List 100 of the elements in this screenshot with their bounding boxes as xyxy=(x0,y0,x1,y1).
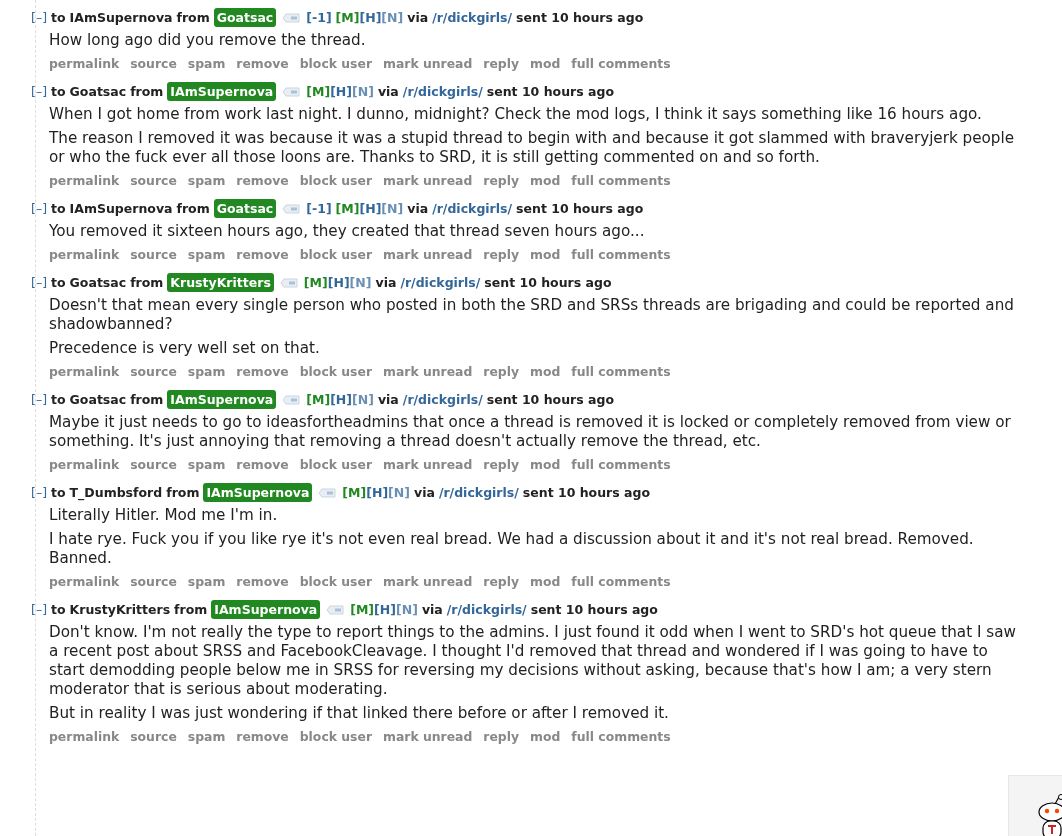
action-link[interactable]: permalink xyxy=(49,728,120,746)
subreddit-link[interactable]: /r/dickgirls/ xyxy=(400,273,481,292)
action-link[interactable]: mod xyxy=(530,363,561,381)
collapse-toggle[interactable]: [–] xyxy=(31,199,47,218)
action-link[interactable]: source xyxy=(130,363,177,381)
flag-link[interactable]: [H] xyxy=(330,82,353,101)
action-link[interactable]: mark unread xyxy=(383,456,473,474)
sender-badge[interactable]: IAmSupernova xyxy=(167,82,277,101)
flag-link[interactable]: [H] xyxy=(366,483,389,502)
flag-link[interactable]: [M] xyxy=(335,199,360,218)
tag-icon[interactable] xyxy=(326,604,345,615)
flag-link[interactable]: [N] xyxy=(396,600,418,619)
flag-link[interactable]: [M] xyxy=(306,82,331,101)
flag-link[interactable]: [N] xyxy=(381,199,404,218)
action-link[interactable]: block user xyxy=(299,172,372,190)
sender-badge[interactable]: IAmSupernova xyxy=(203,483,313,502)
tag-icon[interactable] xyxy=(282,394,301,405)
recipient-link[interactable]: T_Dumbsford xyxy=(69,483,163,502)
action-link[interactable]: reply xyxy=(483,363,520,381)
flag-link[interactable]: [H] xyxy=(330,390,353,409)
action-link[interactable]: remove xyxy=(236,573,289,591)
action-link[interactable]: block user xyxy=(299,456,372,474)
sender-badge[interactable]: KrustyKritters xyxy=(167,273,274,292)
sender-badge[interactable]: Goatsac xyxy=(213,199,277,218)
subreddit-link[interactable]: /r/dickgirls/ xyxy=(438,483,519,502)
action-link[interactable]: permalink xyxy=(49,573,120,591)
action-link[interactable]: source xyxy=(130,246,177,264)
flag-link[interactable]: [M] xyxy=(306,390,331,409)
action-link[interactable]: remove xyxy=(236,728,289,746)
action-link[interactable]: block user xyxy=(299,55,372,73)
action-link[interactable]: mark unread xyxy=(383,573,473,591)
subreddit-link[interactable]: /r/dickgirls/ xyxy=(432,8,513,27)
flag-link[interactable]: [M] xyxy=(350,600,375,619)
action-link[interactable]: permalink xyxy=(49,246,120,264)
score-link[interactable]: [-1] xyxy=(306,8,332,27)
action-link[interactable]: permalink xyxy=(49,363,120,381)
flag-link[interactable]: [N] xyxy=(349,273,372,292)
action-link[interactable]: full comments xyxy=(571,55,671,73)
action-link[interactable]: mark unread xyxy=(383,363,473,381)
tag-icon[interactable] xyxy=(282,12,301,23)
action-link[interactable]: remove xyxy=(236,456,289,474)
action-link[interactable]: remove xyxy=(236,246,289,264)
flag-link[interactable]: [M] xyxy=(342,483,367,502)
action-link[interactable]: remove xyxy=(236,172,289,190)
action-link[interactable]: mod xyxy=(530,246,561,264)
action-link[interactable]: source xyxy=(130,573,177,591)
action-link[interactable]: spam xyxy=(187,172,226,190)
tag-icon[interactable] xyxy=(279,277,298,288)
action-link[interactable]: full comments xyxy=(571,363,671,381)
subreddit-link[interactable]: /r/dickgirls/ xyxy=(432,199,513,218)
action-link[interactable]: source xyxy=(130,728,177,746)
action-link[interactable]: permalink xyxy=(49,55,120,73)
subreddit-link[interactable]: /r/dickgirls/ xyxy=(446,600,527,619)
collapse-toggle[interactable]: [–] xyxy=(31,273,47,292)
tag-icon[interactable] xyxy=(318,487,337,498)
sender-badge[interactable]: Goatsac xyxy=(213,8,277,27)
recipient-link[interactable]: Goatsac xyxy=(69,82,127,101)
action-link[interactable]: spam xyxy=(187,456,226,474)
action-link[interactable]: mark unread xyxy=(383,172,473,190)
collapse-toggle[interactable]: [–] xyxy=(31,390,47,409)
action-link[interactable]: block user xyxy=(299,363,372,381)
flag-link[interactable]: [H] xyxy=(359,8,382,27)
collapse-toggle[interactable]: [–] xyxy=(31,483,47,502)
action-link[interactable]: mark unread xyxy=(383,728,473,746)
flag-link[interactable]: [M] xyxy=(335,8,360,27)
sender-badge[interactable]: IAmSupernova xyxy=(167,390,277,409)
action-link[interactable]: full comments xyxy=(571,172,671,190)
action-link[interactable]: mod xyxy=(530,456,561,474)
action-link[interactable]: full comments xyxy=(571,456,671,474)
flag-link[interactable]: [N] xyxy=(381,8,404,27)
collapse-toggle[interactable]: [–] xyxy=(31,8,47,27)
action-link[interactable]: block user xyxy=(299,728,372,746)
action-link[interactable]: mod xyxy=(530,728,561,746)
flag-link[interactable]: [N] xyxy=(388,483,410,502)
action-link[interactable]: reply xyxy=(483,728,520,746)
action-link[interactable]: permalink xyxy=(49,172,120,190)
action-link[interactable]: spam xyxy=(187,573,226,591)
action-link[interactable]: mark unread xyxy=(383,246,473,264)
tag-icon[interactable] xyxy=(282,203,301,214)
flag-link[interactable]: [N] xyxy=(352,390,374,409)
flag-link[interactable]: [N] xyxy=(352,82,374,101)
mascot-widget[interactable] xyxy=(1008,775,1062,836)
action-link[interactable]: source xyxy=(130,55,177,73)
flag-link[interactable]: [H] xyxy=(374,600,396,619)
action-link[interactable]: full comments xyxy=(571,728,671,746)
score-link[interactable]: [-1] xyxy=(306,199,332,218)
sender-badge[interactable]: IAmSupernova xyxy=(211,600,321,619)
action-link[interactable]: full comments xyxy=(571,246,671,264)
collapse-toggle[interactable]: [–] xyxy=(31,82,47,101)
recipient-link[interactable]: Goatsac xyxy=(69,390,127,409)
action-link[interactable]: spam xyxy=(187,728,226,746)
action-link[interactable]: source xyxy=(130,456,177,474)
recipient-link[interactable]: IAmSupernova xyxy=(69,199,173,218)
action-link[interactable]: mod xyxy=(530,172,561,190)
flag-link[interactable]: [H] xyxy=(327,273,350,292)
action-link[interactable]: block user xyxy=(299,246,372,264)
action-link[interactable]: block user xyxy=(299,573,372,591)
action-link[interactable]: full comments xyxy=(571,573,671,591)
action-link[interactable]: spam xyxy=(187,55,226,73)
action-link[interactable]: reply xyxy=(483,172,520,190)
